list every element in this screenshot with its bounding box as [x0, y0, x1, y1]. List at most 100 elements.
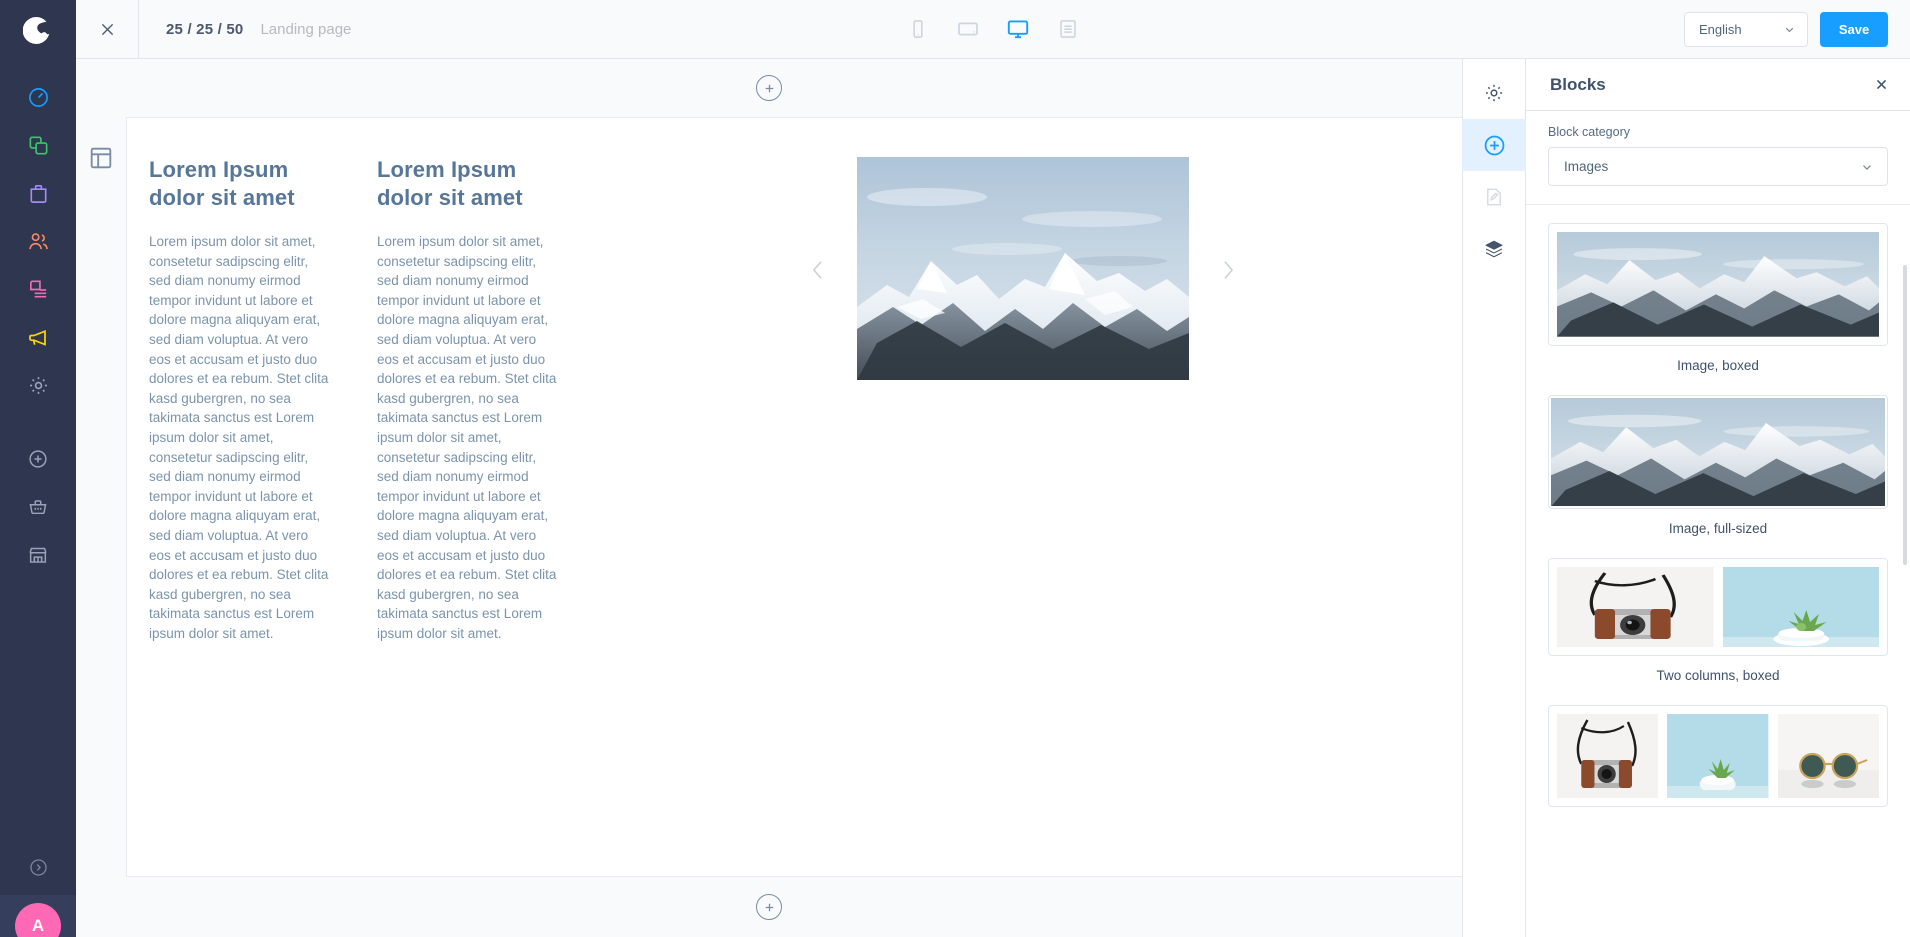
- block-thumb-succulent: [1667, 714, 1769, 799]
- blocks-panel-header: Blocks: [1526, 59, 1910, 111]
- block-category-field: Block category Images: [1526, 111, 1910, 205]
- section-row: Lorem Ipsum dolor sit amet Lorem ipsum d…: [76, 117, 1462, 877]
- plus-icon: [765, 84, 773, 92]
- three-column-thumbs: [1557, 714, 1879, 799]
- close-icon: [1876, 79, 1886, 90]
- blocks-scrollbar[interactable]: [1903, 265, 1907, 565]
- save-button[interactable]: Save: [1820, 11, 1888, 47]
- list-view-icon: [1060, 20, 1076, 38]
- shopware-logo-icon: [23, 16, 50, 44]
- block-thumb-mountain-full: [1551, 397, 1885, 507]
- rail-item-add-blocks[interactable]: [1462, 119, 1526, 171]
- chevron-right-circle-icon: [29, 858, 47, 876]
- slider-prev-button[interactable]: [809, 257, 827, 283]
- add-section-top-button[interactable]: [756, 75, 782, 101]
- sidebar-expand-button[interactable]: [0, 839, 76, 895]
- sidebar-item-orders[interactable]: [0, 169, 76, 217]
- column-2-heading: Lorem Ipsum dolor sit amet: [377, 157, 523, 210]
- sidebar-item-marketing[interactable]: [0, 313, 76, 361]
- section-content: Lorem Ipsum dolor sit amet Lorem ipsum d…: [127, 118, 1462, 643]
- block-thumb-mountain: [1557, 232, 1879, 337]
- block-card-image-full[interactable]: [1548, 394, 1888, 510]
- shopware-logo[interactable]: [0, 0, 76, 59]
- close-editor-button[interactable]: [76, 0, 139, 58]
- block-card-image-boxed[interactable]: [1548, 223, 1888, 346]
- sidebar-item-add[interactable]: [0, 435, 76, 483]
- sidebar-item-storefront[interactable]: [0, 531, 76, 579]
- user-avatar-wrap[interactable]: A: [0, 895, 76, 937]
- main-area: 25 / 25 / 50 Landing page English Save L…: [76, 0, 1910, 937]
- sidebar-rail: [1462, 59, 1526, 937]
- layers-icon: [1485, 240, 1503, 258]
- storefront-icon: [29, 547, 47, 563]
- column-2-body: Lorem ipsum dolor sit amet, consetetur s…: [377, 234, 557, 641]
- page-builder-app: A 25 / 25 / 50 Landing page English Save…: [0, 0, 1910, 937]
- block-thumb-camera: [1557, 714, 1659, 799]
- megaphone-icon: [29, 329, 46, 346]
- text-column-1[interactable]: Lorem Ipsum dolor sit amet Lorem ipsum d…: [127, 156, 355, 643]
- sidebar-tools: [0, 435, 76, 579]
- block-label-image-full: Image, full-sized: [1668, 521, 1768, 537]
- left-sidebar: A: [0, 0, 76, 937]
- sidebar-item-content[interactable]: [0, 265, 76, 313]
- tablet-icon: [958, 22, 978, 36]
- blocks-panel-close-button[interactable]: [1872, 76, 1890, 94]
- block-card-three-columns[interactable]: [1548, 705, 1888, 808]
- page-title: Landing page: [260, 20, 352, 38]
- plus-circle-icon: [29, 450, 47, 468]
- column-1-body: Lorem ipsum dolor sit amet, consetetur s…: [149, 234, 329, 641]
- page-sheet: Lorem Ipsum dolor sit amet Lorem ipsum d…: [126, 117, 1462, 877]
- section-layout-icon[interactable]: [88, 145, 114, 171]
- slider-image-mountain: [856, 157, 1189, 380]
- plus-circle-icon: [1484, 135, 1504, 155]
- device-list-view-button[interactable]: [1050, 11, 1086, 47]
- block-category-select[interactable]: Images: [1548, 147, 1888, 186]
- editor-body: Lorem Ipsum dolor sit amet Lorem ipsum d…: [76, 59, 1910, 937]
- block-label-two-columns: Two columns, boxed: [1656, 668, 1780, 684]
- desktop-icon: [1007, 20, 1029, 39]
- page-meta: 25 / 25 / 50 Landing page: [139, 21, 351, 38]
- toolbar-right: English Save: [1684, 0, 1888, 58]
- add-section-bottom-row: [76, 877, 1462, 937]
- sidebar-bottom: A: [0, 839, 76, 937]
- rail-item-settings[interactable]: [1462, 67, 1526, 119]
- section-gutter: [76, 117, 126, 877]
- image-slider-column[interactable]: [583, 156, 1462, 643]
- avatar: A: [15, 903, 61, 937]
- block-label-image-boxed: Image, boxed: [1677, 357, 1759, 373]
- close-icon: [101, 23, 113, 35]
- sidebar-item-customers[interactable]: [0, 217, 76, 265]
- content-lines-icon: [29, 280, 46, 298]
- chevron-down-icon: [1863, 164, 1871, 170]
- sidebar-item-shop-basket[interactable]: [0, 483, 76, 531]
- image-slider: [812, 157, 1233, 380]
- blocks-panel-title: Blocks: [1550, 74, 1606, 94]
- sidebar-item-settings[interactable]: [0, 361, 76, 409]
- mobile-icon: [913, 20, 923, 38]
- page-canvas: Lorem Ipsum dolor sit amet Lorem ipsum d…: [76, 59, 1462, 937]
- device-tablet-button[interactable]: [950, 11, 986, 47]
- block-card-two-columns[interactable]: [1548, 558, 1888, 657]
- device-mobile-button[interactable]: [900, 11, 936, 47]
- gear-icon: [1485, 84, 1503, 102]
- text-column-2[interactable]: Lorem Ipsum dolor sit amet Lorem ipsum d…: [355, 156, 583, 643]
- copy-squares-icon: [29, 136, 47, 154]
- add-section-bottom-button[interactable]: [756, 894, 782, 920]
- rail-item-edit-element: [1462, 171, 1526, 223]
- sidebar-item-catalogues[interactable]: [0, 121, 76, 169]
- gear-icon: [29, 376, 47, 394]
- chevron-down-icon: [1785, 27, 1794, 32]
- slider-next-button[interactable]: [1219, 257, 1237, 283]
- block-thumb-sunglasses: [1777, 714, 1879, 799]
- language-select[interactable]: English: [1684, 11, 1808, 47]
- blocks-list[interactable]: Image, boxed Image, full-sized Two colum…: [1526, 205, 1910, 937]
- two-column-thumbs: [1557, 567, 1879, 648]
- device-desktop-button[interactable]: [1000, 11, 1036, 47]
- top-toolbar: 25 / 25 / 50 Landing page English Save: [76, 0, 1910, 59]
- block-category-label: Block category: [1548, 125, 1630, 139]
- blocks-panel: Blocks Block category Images Image, boxe…: [1526, 59, 1910, 937]
- basket-icon: [29, 500, 47, 515]
- sidebar-item-dashboard[interactable]: [0, 73, 76, 121]
- block-thumb-succulent: [1722, 567, 1879, 648]
- rail-item-layers[interactable]: [1462, 223, 1526, 275]
